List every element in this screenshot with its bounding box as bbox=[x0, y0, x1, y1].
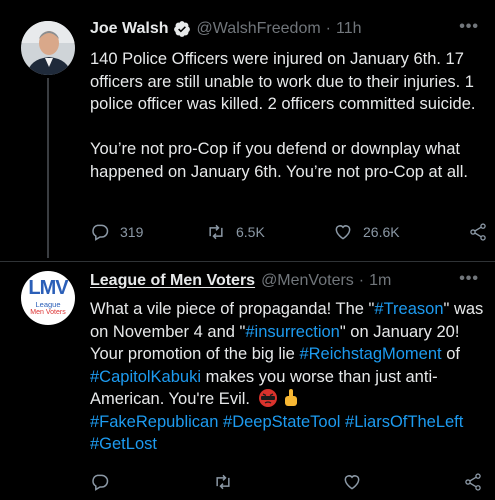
hashtag-link[interactable]: #GetLost bbox=[90, 435, 157, 453]
tweet-paragraph: You’re not pro-Cop if you defend or down… bbox=[90, 140, 468, 181]
more-icon[interactable]: ••• bbox=[459, 270, 479, 288]
tweet-actions: 319 6.5K 26.6K bbox=[90, 222, 490, 244]
user-handle: @WalshFreedom bbox=[196, 20, 321, 37]
share-icon bbox=[465, 473, 481, 491]
reply-button[interactable] bbox=[90, 472, 120, 492]
retweet-count: 6.5K bbox=[236, 224, 265, 240]
user-handle: @MenVoters bbox=[261, 272, 354, 289]
reply-button[interactable]: 319 bbox=[90, 222, 143, 242]
share-icon bbox=[470, 223, 486, 241]
retweet-icon bbox=[216, 474, 230, 490]
avatar-logo-line: Men Voters bbox=[30, 309, 66, 316]
text-segment: What a vile piece of propaganda! The " bbox=[90, 300, 375, 318]
verified-badge-icon bbox=[173, 21, 190, 37]
hashtag-link[interactable]: #CapitolKabuki bbox=[90, 368, 201, 386]
like-icon bbox=[335, 225, 351, 240]
retweet-button[interactable] bbox=[213, 472, 243, 492]
like-count: 26.6K bbox=[363, 224, 400, 240]
display-name[interactable]: Joe Walsh bbox=[90, 20, 169, 38]
avatar-men-voters[interactable]: LMV League Men Voters bbox=[21, 271, 75, 325]
timestamp[interactable]: 11h bbox=[336, 20, 362, 38]
text-segment: of bbox=[441, 345, 460, 363]
hashtag-link[interactable]: #ReichstagMoment bbox=[299, 345, 441, 363]
reply-icon bbox=[92, 474, 109, 491]
retweet-icon bbox=[209, 224, 223, 240]
hashtag-link[interactable]: #insurrection bbox=[245, 323, 339, 341]
share-button[interactable] bbox=[463, 472, 493, 492]
tweet-joe-walsh[interactable]: Joe Walsh @WalshFreedom · 11h ••• 140 Po… bbox=[0, 0, 495, 260]
more-icon[interactable]: ••• bbox=[459, 18, 479, 36]
hashtag-link[interactable]: #Treason bbox=[374, 300, 443, 318]
tweet-text: What a vile piece of propaganda! The "#T… bbox=[90, 298, 485, 456]
angry-face-emoji bbox=[258, 389, 277, 407]
pointing-up-emoji bbox=[284, 389, 297, 406]
hashtag-link[interactable]: #LiarsOfTheLeft bbox=[345, 413, 463, 431]
tweet-league-of-men-voters[interactable]: LMV League Men Voters League of Men Vote… bbox=[0, 262, 495, 500]
avatar-joe-walsh[interactable] bbox=[21, 21, 75, 75]
tweet-header: Joe Walsh @WalshFreedom · 11h bbox=[90, 20, 362, 38]
like-icon bbox=[344, 475, 360, 490]
hashtag-link[interactable]: #DeepStateTool bbox=[223, 413, 340, 431]
separator-dot: · bbox=[325, 20, 331, 37]
display-name[interactable]: League of Men Voters bbox=[90, 272, 255, 290]
separator-dot: · bbox=[358, 272, 365, 289]
tweet-actions bbox=[90, 472, 490, 494]
share-button[interactable] bbox=[468, 222, 495, 242]
reply-icon bbox=[92, 224, 109, 241]
timestamp[interactable]: 1m bbox=[369, 272, 391, 290]
hashtag-link[interactable]: #FakeRepublican bbox=[90, 413, 218, 431]
tweet-text: 140 Police Officers were injured on Janu… bbox=[90, 48, 482, 183]
retweet-button[interactable]: 6.5K bbox=[206, 222, 265, 242]
avatar-logo-line: League bbox=[35, 300, 61, 309]
tweet-header: League of Men Voters @MenVoters · 1m bbox=[90, 272, 391, 290]
like-button[interactable] bbox=[342, 472, 372, 492]
thread-line bbox=[47, 78, 49, 258]
reply-count: 319 bbox=[120, 224, 144, 240]
avatar-logo-text: LMV bbox=[28, 277, 68, 299]
like-button[interactable]: 26.6K bbox=[333, 222, 400, 242]
tweet-paragraph: 140 Police Officers were injured on Janu… bbox=[90, 50, 476, 113]
